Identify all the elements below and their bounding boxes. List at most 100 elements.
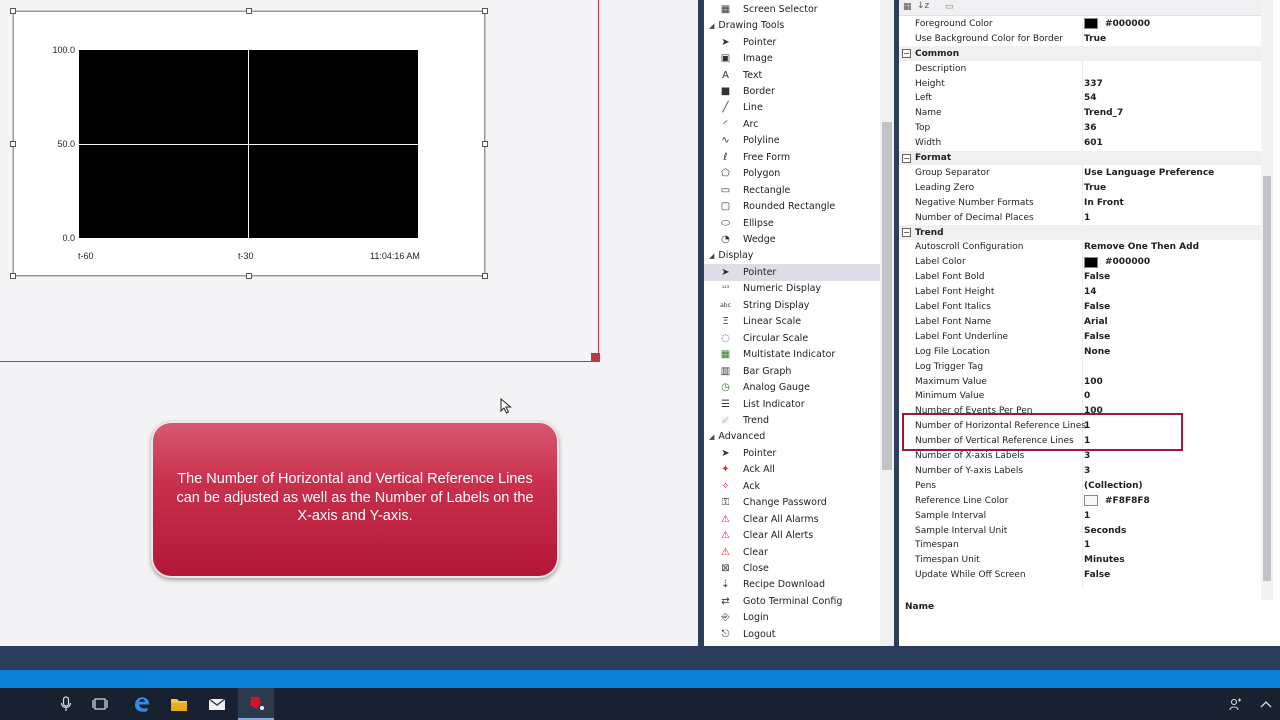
property-value-cell[interactable]: None xyxy=(1084,347,1110,357)
property-row[interactable]: Minimum Value0 xyxy=(899,389,1261,404)
toolbox-category[interactable]: ◢Advanced xyxy=(704,429,880,445)
toolbox-item[interactable]: ▢Rounded Rectangle xyxy=(704,198,880,214)
toolbox-item[interactable]: ◜Arc xyxy=(704,116,880,132)
property-row[interactable]: Reference Line Color#F8F8F8 xyxy=(899,493,1261,508)
property-value-cell[interactable]: False xyxy=(1084,272,1110,282)
people-icon[interactable] xyxy=(1221,688,1251,720)
collapse-icon[interactable]: − xyxy=(902,228,911,237)
toolbox-item[interactable]: ⚠Clear xyxy=(704,544,880,560)
toolbox-scrollbar-thumb[interactable] xyxy=(882,122,892,470)
property-value-cell[interactable]: 1 xyxy=(1084,540,1090,550)
toolbox-item[interactable]: ⬠Polygon xyxy=(704,166,880,182)
toolbox-item[interactable]: ⬭Ellipse xyxy=(704,215,880,231)
toolbox-item[interactable]: ⎆Login xyxy=(704,610,880,626)
property-row[interactable]: Width601 xyxy=(899,136,1261,151)
property-value-cell[interactable]: 0 xyxy=(1084,391,1090,401)
property-row[interactable]: Label Font Height14 xyxy=(899,285,1261,300)
microphone-icon[interactable] xyxy=(48,688,84,720)
property-row[interactable]: Use Background Color for BorderTrue xyxy=(899,31,1261,46)
property-row[interactable]: Foreground Color#000000 xyxy=(899,17,1261,32)
property-row[interactable]: Label Color#000000 xyxy=(899,255,1261,270)
property-row[interactable]: NameTrend_7 xyxy=(899,106,1261,121)
property-value-cell[interactable]: 337 xyxy=(1084,79,1103,89)
property-value-cell[interactable]: Use Language Preference xyxy=(1084,168,1214,178)
property-pages-icon[interactable]: ▭ xyxy=(945,2,954,12)
property-row[interactable]: Maximum Value100 xyxy=(899,374,1261,389)
toolbox-item[interactable]: ▣Image xyxy=(704,50,880,66)
toolbox-item[interactable]: 📈Trend xyxy=(704,412,880,428)
property-row[interactable]: Left54 xyxy=(899,91,1261,106)
property-row[interactable]: Top36 xyxy=(899,121,1261,136)
property-value-cell[interactable]: False xyxy=(1084,302,1110,312)
toolbox-item[interactable]: ∿Polyline xyxy=(704,133,880,149)
toolbox-item[interactable]: ╱Line xyxy=(704,100,880,116)
property-value-cell[interactable]: Remove One Then Add xyxy=(1084,242,1199,252)
property-value-cell[interactable]: True xyxy=(1084,34,1106,44)
toolbox-item[interactable]: ℓFree Form xyxy=(704,149,880,165)
toolbox-item[interactable]: ⇄Goto Terminal Config xyxy=(704,593,880,609)
property-value-cell[interactable]: #000000 xyxy=(1084,18,1150,29)
property-row[interactable]: Height337 xyxy=(899,76,1261,91)
property-row[interactable]: Number of Y-axis Labels3 xyxy=(899,464,1261,479)
selection-handle[interactable] xyxy=(246,273,252,279)
property-value-cell[interactable]: False xyxy=(1084,332,1110,342)
chevron-up-icon[interactable] xyxy=(1252,688,1280,720)
toolbox-item[interactable]: ➤Pointer xyxy=(704,264,880,280)
property-row[interactable]: Group SeparatorUse Language Preference xyxy=(899,166,1261,181)
toolbox-item[interactable]: ▦Multistate Indicator xyxy=(704,346,880,362)
property-value-cell[interactable]: True xyxy=(1084,183,1106,193)
property-category[interactable]: −Format xyxy=(899,151,1261,166)
toolbox-item[interactable]: ✦Ack All xyxy=(704,462,880,478)
property-row[interactable]: Sample Interval UnitSeconds xyxy=(899,523,1261,538)
selection-handle[interactable] xyxy=(246,8,252,14)
property-row[interactable]: Sample Interval1 xyxy=(899,508,1261,523)
property-value-cell[interactable]: Seconds xyxy=(1084,526,1126,536)
toolbox-item[interactable]: ▭Rectangle xyxy=(704,182,880,198)
toolbox-item[interactable]: ➤Pointer xyxy=(704,34,880,50)
property-value-cell[interactable]: Minutes xyxy=(1084,555,1125,565)
property-value-cell[interactable]: 3 xyxy=(1084,451,1090,461)
collapse-icon[interactable]: − xyxy=(902,49,911,58)
property-row[interactable]: Description xyxy=(899,61,1261,76)
mail-icon[interactable] xyxy=(199,688,235,720)
property-row[interactable]: Label Font NameArial xyxy=(899,315,1261,330)
property-row[interactable]: Number of Decimal Places1 xyxy=(899,210,1261,225)
property-row[interactable]: Log File LocationNone xyxy=(899,344,1261,359)
property-row[interactable]: Pens(Collection) xyxy=(899,478,1261,493)
app-icon[interactable] xyxy=(238,688,274,720)
toolbox-item[interactable]: ■Border xyxy=(704,83,880,99)
toolbox-item[interactable]: ☰List Indicator xyxy=(704,396,880,412)
property-row[interactable]: Negative Number FormatsIn Front xyxy=(899,195,1261,210)
property-row[interactable]: Update While Off ScreenFalse xyxy=(899,568,1261,583)
resize-grip[interactable] xyxy=(591,353,600,362)
collapse-icon[interactable]: − xyxy=(902,154,911,163)
property-row[interactable]: Timespan UnitMinutes xyxy=(899,553,1261,568)
property-row[interactable]: Label Font UnderlineFalse xyxy=(899,329,1261,344)
property-value-cell[interactable]: (Collection) xyxy=(1084,481,1143,491)
property-value-cell[interactable]: 1 xyxy=(1084,511,1090,521)
toolbox-item[interactable]: ✧Ack xyxy=(704,478,880,494)
toolbox-item[interactable]: ⊠Close xyxy=(704,560,880,576)
property-value-cell[interactable]: #000000 xyxy=(1084,257,1150,268)
property-value-cell[interactable]: #F8F8F8 xyxy=(1084,495,1150,506)
selection-handle[interactable] xyxy=(482,141,488,147)
toolbox-item[interactable]: abcString Display xyxy=(704,297,880,313)
alphabetical-sort-icon[interactable]: ↓z xyxy=(917,1,929,11)
file-explorer-icon[interactable] xyxy=(161,688,197,720)
property-value-cell[interactable]: 14 xyxy=(1084,287,1097,297)
property-value-cell[interactable]: 3 xyxy=(1084,466,1090,476)
property-value-cell[interactable]: 54 xyxy=(1084,93,1097,103)
toolbox-item[interactable]: ▦Screen Selector xyxy=(704,1,880,17)
toolbox-category[interactable]: ◢Display xyxy=(704,248,880,264)
toolbox-item[interactable]: ¹²³Numeric Display xyxy=(704,281,880,297)
property-value-cell[interactable]: In Front xyxy=(1084,198,1124,208)
toolbox-category[interactable]: ◢Drawing Tools xyxy=(704,17,880,33)
categorized-view-icon[interactable]: ▦ xyxy=(903,2,912,12)
property-value-cell[interactable]: Trend_7 xyxy=(1084,108,1123,118)
toolbox-item[interactable]: ⎋Logout xyxy=(704,626,880,642)
toolbox-item[interactable]: ⚠Clear All Alerts xyxy=(704,527,880,543)
property-row[interactable]: Label Font BoldFalse xyxy=(899,270,1261,285)
property-value-cell[interactable]: False xyxy=(1084,570,1110,580)
property-row[interactable]: Autoscroll ConfigurationRemove One Then … xyxy=(899,240,1261,255)
selection-handle[interactable] xyxy=(10,273,16,279)
